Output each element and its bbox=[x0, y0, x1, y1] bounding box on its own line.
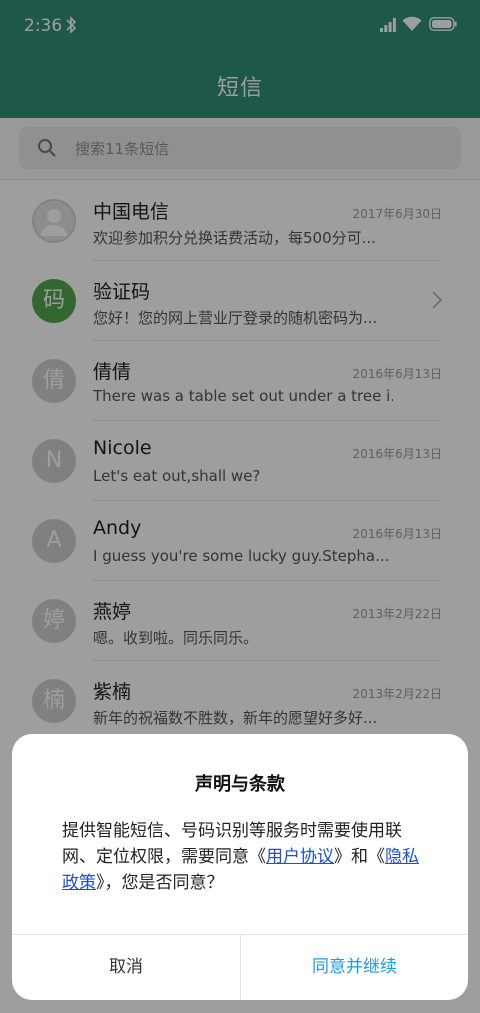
sms-screen: 2:36 短信 搜索11条短信 中国电信 欢迎参加积分兑换话费活动，每500分可… bbox=[0, 0, 480, 1013]
terms-dialog: 声明与条款 提供智能短信、号码识别等服务时需要使用联网、定位权限，需要同意《用户… bbox=[12, 734, 468, 1000]
dialog-title: 声明与条款 bbox=[195, 774, 285, 795]
user-agreement-link[interactable]: 用户协议 bbox=[266, 847, 334, 867]
dialog-body: 提供智能短信、号码识别等服务时需要使用联网、定位权限，需要同意《用户协议》和《隐… bbox=[62, 818, 422, 896]
dialog-text-2: 》和《 bbox=[334, 847, 385, 867]
agree-continue-button[interactable]: 同意并继续 bbox=[241, 935, 468, 1000]
cancel-button[interactable]: 取消 bbox=[12, 935, 240, 1000]
dialog-text-3: 》，您是否同意？ bbox=[96, 873, 224, 893]
